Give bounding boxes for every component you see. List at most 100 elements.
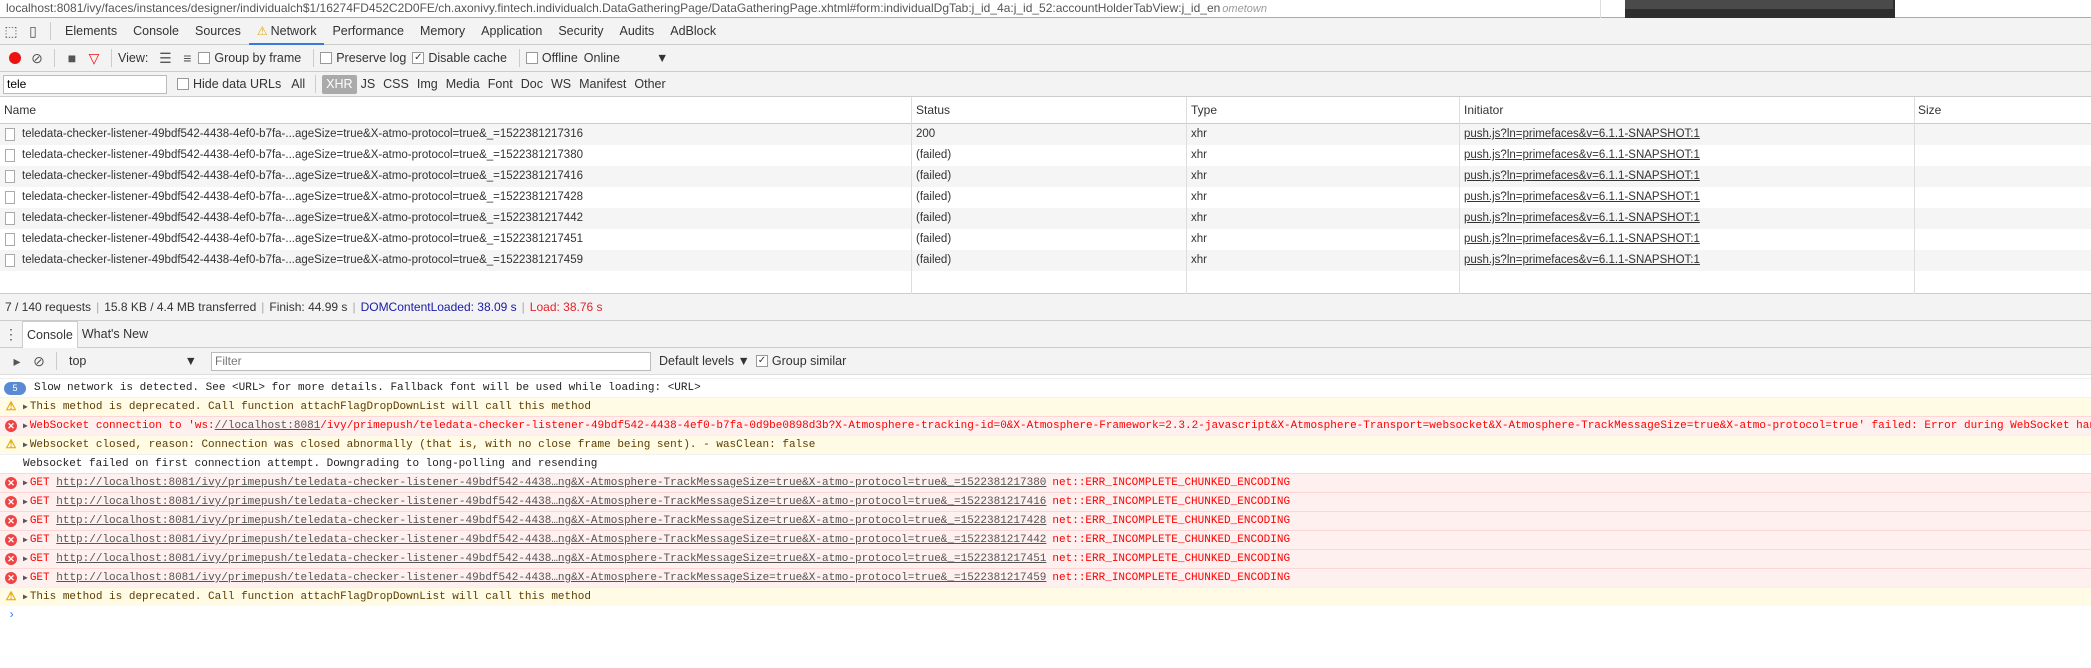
tab-audits[interactable]: Audits — [611, 18, 662, 45]
request-name[interactable]: teledata-checker-listener-49bdf542-4438-… — [22, 229, 583, 250]
expand-triangle-icon[interactable]: ▶ — [23, 574, 28, 583]
inspect-element-icon[interactable]: ⬚ — [0, 18, 22, 45]
filter-type-manifest[interactable]: Manifest — [575, 75, 630, 94]
request-initiator-link[interactable]: push.js?ln=primefaces&v=6.1.1-SNAPSHOT:1 — [1464, 145, 1700, 166]
request-url-link[interactable]: http://localhost:8081/ivy/primepush/tele… — [56, 572, 1046, 584]
throttling-select[interactable]: Online — [584, 51, 620, 65]
device-toolbar-icon[interactable]: ▯ — [22, 18, 44, 45]
column-divider[interactable] — [1186, 97, 1187, 294]
table-row[interactable]: teledata-checker-listener-49bdf542-4438-… — [0, 250, 2091, 271]
tab-adblock[interactable]: AdBlock — [662, 18, 724, 45]
filter-type-xhr[interactable]: XHR — [322, 74, 357, 94]
drawer-tab-whats-new[interactable]: What's New — [78, 321, 152, 348]
console-warning[interactable]: ⚠ ▶ Websocket closed, reason: Connection w… — [0, 435, 2091, 454]
console-error[interactable]: ✕ ▶ GET http://localhost:8081/ivy/primepus… — [0, 530, 2091, 549]
column-divider[interactable] — [1914, 97, 1915, 294]
console-error[interactable]: ✕ ▶ GET http://localhost:8081/ivy/primepus… — [0, 492, 2091, 511]
expand-triangle-icon[interactable]: ▶ — [23, 498, 28, 507]
console-error[interactable]: ✕ ▶ WebSocket connection to 'ws://localhos… — [0, 416, 2091, 435]
request-url-link[interactable]: http://localhost:8081/ivy/primepush/tele… — [56, 515, 1046, 527]
filter-type-all[interactable]: All — [287, 75, 309, 94]
request-url-link[interactable]: http://localhost:8081/ivy/primepush/tele… — [56, 534, 1046, 546]
table-row[interactable]: teledata-checker-listener-49bdf542-4438-… — [0, 145, 2091, 166]
console-error[interactable]: ✕ ▶ GET http://localhost:8081/ivy/primepus… — [0, 511, 2091, 530]
console-filter-input[interactable] — [211, 351, 651, 371]
table-row[interactable]: teledata-checker-listener-49bdf542-4438-… — [0, 229, 2091, 250]
request-name[interactable]: teledata-checker-listener-49bdf542-4438-… — [22, 187, 583, 208]
column-divider[interactable] — [911, 97, 912, 294]
request-initiator-link[interactable]: push.js?ln=primefaces&v=6.1.1-SNAPSHOT:1 — [1464, 124, 1700, 145]
tab-console[interactable]: Console — [125, 18, 187, 45]
tab-performance[interactable]: Performance — [324, 18, 412, 45]
request-initiator-link[interactable]: push.js?ln=primefaces&v=6.1.1-SNAPSHOT:1 — [1464, 250, 1700, 271]
request-name[interactable]: teledata-checker-listener-49bdf542-4438-… — [22, 145, 583, 166]
console-warning[interactable]: ⚠ ▶ This method is deprecated. Call functi… — [0, 587, 2091, 606]
table-row[interactable]: teledata-checker-listener-49bdf542-4438-… — [0, 208, 2091, 229]
expand-triangle-icon[interactable]: ▶ — [23, 593, 28, 602]
expand-triangle-icon[interactable]: ▶ — [23, 422, 28, 431]
table-row[interactable]: teledata-checker-listener-49bdf542-4438-… — [0, 166, 2091, 187]
hide-data-urls-checkbox[interactable]: Hide data URLs — [177, 77, 281, 91]
group-similar-checkbox[interactable]: ✓ Group similar — [755, 354, 846, 368]
request-url-link[interactable]: http://localhost:8081/ivy/primepush/tele… — [56, 553, 1046, 565]
filter-type-other[interactable]: Other — [630, 75, 669, 94]
request-initiator-link[interactable]: push.js?ln=primefaces&v=6.1.1-SNAPSHOT:1 — [1464, 229, 1700, 250]
column-divider[interactable] — [1459, 97, 1460, 294]
request-name[interactable]: teledata-checker-listener-49bdf542-4438-… — [22, 208, 583, 229]
table-row[interactable]: teledata-checker-listener-49bdf542-4438-… — [0, 187, 2091, 208]
column-header-size[interactable]: Size — [1918, 97, 1941, 124]
message-link[interactable]: //localhost:8081 — [215, 420, 321, 432]
tab-application[interactable]: Application — [473, 18, 550, 45]
expand-triangle-icon[interactable]: ▶ — [23, 403, 28, 412]
filter-icon[interactable]: ▽ — [83, 45, 105, 72]
filter-type-css[interactable]: CSS — [379, 75, 413, 94]
filter-type-doc[interactable]: Doc — [517, 75, 547, 94]
console-error[interactable]: ✕ ▶ GET http://localhost:8081/ivy/primepus… — [0, 568, 2091, 587]
tab-memory[interactable]: Memory — [412, 18, 473, 45]
request-initiator-link[interactable]: push.js?ln=primefaces&v=6.1.1-SNAPSHOT:1 — [1464, 166, 1700, 187]
expand-triangle-icon[interactable]: ▶ — [23, 555, 28, 564]
clear-icon[interactable]: ⊘ — [26, 45, 48, 72]
disable-cache-checkbox[interactable]: ✓ Disable cache — [412, 51, 507, 65]
column-header-type[interactable]: Type — [1191, 97, 1217, 124]
large-rows-icon[interactable]: ☰ — [154, 45, 176, 72]
console-prompt[interactable]: › — [8, 608, 15, 622]
column-header-initiator[interactable]: Initiator — [1464, 97, 1503, 124]
console-warning[interactable]: ⚠ ▶ This method is deprecated. Call functi… — [0, 397, 2091, 416]
table-row[interactable]: teledata-checker-listener-49bdf542-4438-… — [0, 124, 2091, 145]
screenshot-capture-icon[interactable]: ■ — [61, 45, 83, 72]
tab-elements[interactable]: Elements — [57, 18, 125, 45]
log-levels-select[interactable]: Default levels ▼ — [659, 354, 750, 368]
filter-type-media[interactable]: Media — [442, 75, 484, 94]
waterfall-icon[interactable]: ≡ — [176, 45, 198, 72]
tab-sources[interactable]: Sources — [187, 18, 249, 45]
group-by-frame-checkbox[interactable]: Group by frame — [198, 51, 301, 65]
tab-network[interactable]: ⚠ Network — [248, 18, 325, 45]
request-initiator-link[interactable]: push.js?ln=primefaces&v=6.1.1-SNAPSHOT:1 — [1464, 187, 1700, 208]
console-error[interactable]: ✕ ▶ GET http://localhost:8081/ivy/primepus… — [0, 473, 2091, 492]
chevron-down-icon[interactable]: ▼ — [656, 51, 668, 65]
expand-triangle-icon[interactable]: ▶ — [23, 517, 28, 526]
column-header-status[interactable]: Status — [916, 97, 950, 124]
context-select[interactable]: top ▼ — [63, 354, 203, 368]
filter-input[interactable] — [3, 74, 167, 94]
expand-triangle-icon[interactable]: ▶ — [23, 536, 28, 545]
offline-checkbox[interactable]: Offline — [525, 51, 578, 65]
request-url-link[interactable]: http://localhost:8081/ivy/primepush/tele… — [56, 496, 1046, 508]
filter-type-ws[interactable]: WS — [547, 75, 575, 94]
tab-security[interactable]: Security — [550, 18, 611, 45]
repeat-count-badge[interactable]: 5 — [4, 382, 26, 395]
console-error[interactable]: ✕ ▶ GET http://localhost:8081/ivy/primepus… — [0, 549, 2091, 568]
request-name[interactable]: teledata-checker-listener-49bdf542-4438-… — [22, 250, 583, 271]
column-header-name[interactable]: Name — [4, 97, 36, 124]
expand-triangle-icon[interactable]: ▶ — [23, 441, 28, 450]
clear-console-icon[interactable]: ⊘ — [28, 348, 50, 375]
request-initiator-link[interactable]: push.js?ln=primefaces&v=6.1.1-SNAPSHOT:1 — [1464, 208, 1700, 229]
request-name[interactable]: teledata-checker-listener-49bdf542-4438-… — [22, 124, 583, 145]
more-vertical-icon[interactable]: ⋮ — [0, 321, 22, 348]
drawer-tab-console[interactable]: Console — [22, 320, 78, 348]
filter-type-js[interactable]: JS — [357, 75, 380, 94]
request-url-link[interactable]: http://localhost:8081/ivy/primepush/tele… — [56, 477, 1046, 489]
show-sidebar-icon[interactable]: ▸ — [6, 348, 28, 375]
filter-type-img[interactable]: Img — [413, 75, 442, 94]
